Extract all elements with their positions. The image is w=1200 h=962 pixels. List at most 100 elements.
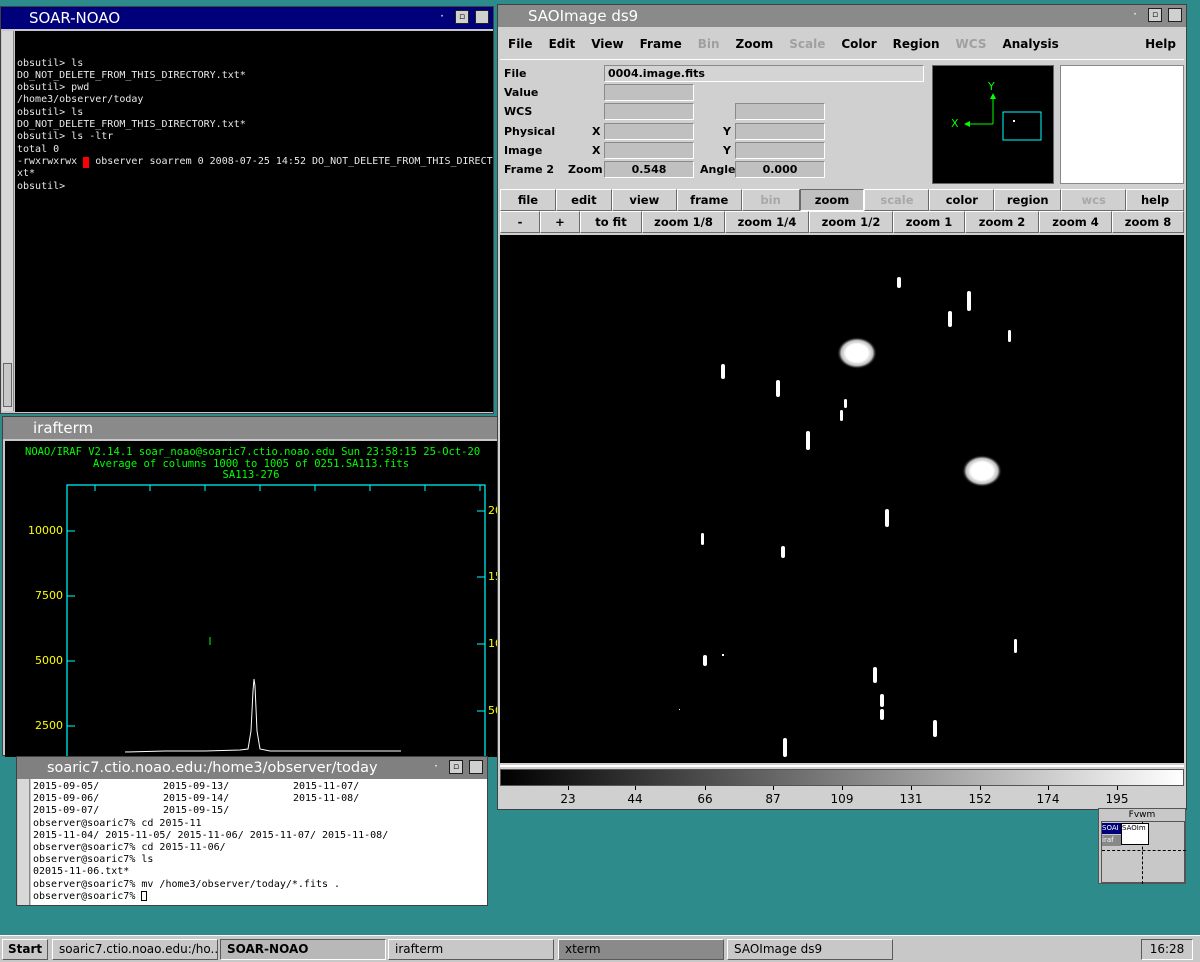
maximize-button[interactable] [469,760,483,774]
menu-frame[interactable]: Frame [632,37,690,51]
wcs-field-2 [735,103,825,120]
maximize-button[interactable] [475,10,489,24]
minimize-button[interactable]: ▫ [449,760,463,774]
cursor-outline [141,890,148,901]
button-edit[interactable]: edit [555,189,612,211]
physical-y-field [735,123,825,140]
start-button[interactable]: Start [2,939,48,960]
label-angle: Angle [700,163,736,176]
terminal-line: DO_NOT_DELETE_FROM_THIS_DIRECTORY.txt* [17,69,246,81]
irafterm-window[interactable]: irafterm NOAO/IRAF V2.14.1 soar_noao@soa… [2,416,498,757]
button-wcs: wcs [1061,189,1127,211]
menu-analysis[interactable]: Analysis [994,37,1066,51]
menu-region[interactable]: Region [885,37,948,51]
menu-view[interactable]: View [583,37,631,51]
scrollbar[interactable] [18,779,30,905]
button-frame[interactable]: frame [676,189,742,211]
task-xterm-cwd[interactable]: soaric7.ctio.noao.edu:/ho... [52,939,218,960]
y-tick-label: 7500 [35,589,63,602]
xterm-cwd-output[interactable]: 2015-09-05/2015-09-13/2015-11-07/2015-09… [31,779,487,905]
button-color[interactable]: color [929,189,995,211]
scrollbar[interactable] [2,31,14,411]
ds9-image-canvas[interactable] [500,235,1184,763]
zoom-button-zoom-4[interactable]: zoom 4 [1039,211,1112,233]
zoom-in-button[interactable]: + [540,211,580,233]
task-ds9[interactable]: SAOImage ds9 [727,939,893,960]
soar-noao-titlebar[interactable]: SOAR-NOAO · ▫ [1,7,493,29]
terminal-line-text: observer@soaric7% ls [33,854,154,866]
menu-file[interactable]: File [500,37,541,51]
y-tick-label: 2500 [35,719,63,732]
colorbar-tick-label: 87 [765,792,781,806]
label-wcs: WCS [504,105,533,118]
irafterm-titlebar[interactable]: irafterm [3,417,497,439]
sticky-icon[interactable]: · [1128,8,1142,22]
zoom-out-button[interactable]: - [500,211,540,233]
zoom-button-zoom-1[interactable]: zoom 1 [893,211,965,233]
bright-star-1 [837,337,877,369]
terminal-line: observer@soaric7% ls [33,854,485,866]
ds9-button-bar: file edit view frame bin zoom scale color region… [500,189,1185,211]
button-zoom[interactable]: zoom [799,189,865,211]
pager-cell-ds9[interactable]: SAOIm [1121,823,1149,845]
panner[interactable]: Y X [932,65,1054,184]
fvwm-pager[interactable]: Fvwm SOAI SAOIm iraf [1098,808,1186,884]
button-view[interactable]: view [611,189,677,211]
terminal-line: 2015-11-04/ 2015-11-05/ 2015-11-06/ 2015… [33,830,485,842]
taskbar: Start soaric7.ctio.noao.edu:/ho... SOAR-… [0,935,1200,962]
maximize-button[interactable] [1168,8,1182,22]
angle-field: 0.000 [735,161,825,178]
right-tick-label: 10 [488,637,497,650]
scrollbar-thumb[interactable] [3,363,12,407]
ds9-titlebar[interactable]: SAOImage ds9 · ▫ [498,5,1186,27]
button-help[interactable]: help [1126,189,1185,211]
zoom-button-zoom-1-2[interactable]: zoom 1/2 [809,211,893,233]
xterm-cwd-window[interactable]: soaric7.ctio.noao.edu:/home3/observer/to… [16,756,488,906]
wcs-field-1 [604,103,694,120]
soar-terminal-output[interactable]: obsutil> ls DO_NOT_DELETE_FROM_THIS_DIREC… [15,31,493,412]
menu-color[interactable]: Color [833,37,884,51]
task-irafterm[interactable]: irafterm [388,939,554,960]
colorbar-tick-mark [1048,786,1049,790]
pager-desk[interactable]: SOAI SAOIm iraf [1101,821,1186,884]
button-scale: scale [864,189,930,211]
zoom-button-zoom-1-4[interactable]: zoom 1/4 [725,211,809,233]
zoom-button-zoom-2[interactable]: zoom 2 [965,211,1039,233]
minimize-button[interactable]: ▫ [1148,8,1162,22]
menu-edit[interactable]: Edit [541,37,584,51]
zoom-button-to-fit[interactable]: to fit [580,211,642,233]
colorbar-tick-label: 109 [830,792,854,806]
task-xterm[interactable]: xterm [558,939,724,960]
menu-zoom[interactable]: Zoom [728,37,782,51]
colorbar-tick-mark [568,786,569,790]
label-image: Image [504,144,543,157]
clock: 16:28 [1141,939,1193,960]
button-region[interactable]: region [994,189,1062,211]
sticky-icon[interactable]: · [435,10,449,24]
terminal-line-text: observer@soaric7% cd 2015-11-06/ [33,842,226,854]
menu-help[interactable]: Help [1137,37,1184,51]
iraf-plot [66,484,486,757]
soar-noao-window[interactable]: SOAR-NOAO · ▫ obsutil> ls DO_NOT_DELETE_F… [0,6,494,414]
sticky-icon[interactable]: · [429,760,443,774]
dir-entry: 2015-09-07/ [33,805,100,817]
window-title: SOAR-NOAO [29,9,121,27]
zoom-button-zoom-8[interactable]: zoom 8 [1112,211,1184,233]
label-file: File [504,67,527,80]
xterm-cwd-titlebar[interactable]: soaric7.ctio.noao.edu:/home3/observer/to… [17,757,487,779]
task-soar-noao[interactable]: SOAR-NOAO [220,939,386,960]
pager-cell-soar[interactable]: SOAI [1102,823,1121,834]
minimize-button[interactable]: ▫ [455,10,469,24]
menu-scale: Scale [789,37,826,51]
terminal-line: obsutil> [17,180,72,192]
y-tick-label: 5000 [35,654,63,667]
button-file[interactable]: file [500,189,556,211]
pager-cell-iraf[interactable]: iraf [1102,835,1121,846]
ds9-colorbar[interactable]: 23 44 66 87 109 131 152 174 195 [500,765,1184,809]
terminal-line-text: observer@soaric7% mv /home3/observer/tod… [33,878,341,890]
iraf-plot-area[interactable]: NOAO/IRAF V2.14.1 soar_noao@soaric7.ctio… [5,441,497,757]
ds9-window[interactable]: SAOImage ds9 · ▫ File Edit View Frame Bin Zoo… [497,4,1187,810]
colorbar-tick-label: 44 [627,792,643,806]
zoom-button-zoom-1-8[interactable]: zoom 1/8 [642,211,725,233]
file-field: 0004.image.fits [604,65,924,82]
